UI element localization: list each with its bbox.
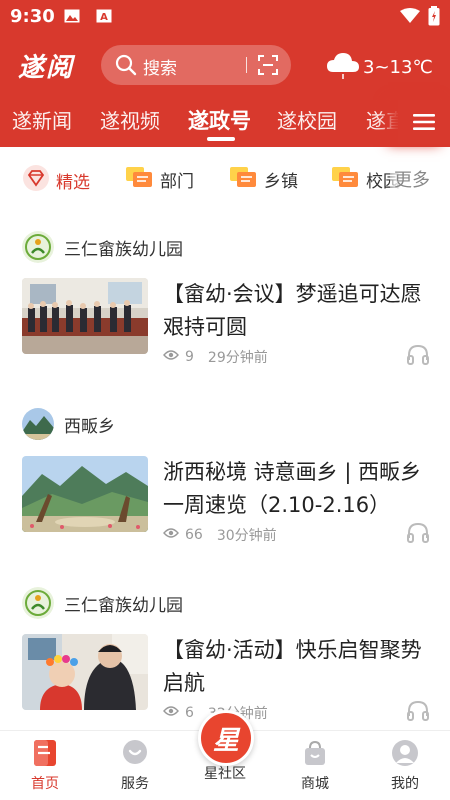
weather-temperature: 3~13℃ <box>363 57 433 78</box>
cloud-icon <box>325 50 361 85</box>
avatar <box>22 231 54 263</box>
tab-sui-news[interactable]: 遂新闻 <box>12 105 72 134</box>
category-townships[interactable]: 乡镇 <box>228 164 298 195</box>
shopping-bag-icon <box>301 740 329 771</box>
article-thumbnail[interactable] <box>22 278 148 354</box>
category-label: 乡镇 <box>264 172 298 192</box>
eye-icon <box>163 705 179 721</box>
weather-widget[interactable]: 3~13℃ <box>325 50 433 85</box>
avatar <box>22 587 54 619</box>
tab-sui-campus[interactable]: 遂校园 <box>277 105 337 134</box>
avatar <box>22 408 54 440</box>
headphones-icon[interactable] <box>406 344 430 370</box>
publish-time: 30分钟前 <box>216 528 277 544</box>
nav-label: 服务 <box>121 776 149 792</box>
chat-bubble-icon <box>330 164 360 195</box>
category-label: 精选 <box>56 173 90 193</box>
source-name: 西畈乡 <box>64 416 115 437</box>
chat-bubble-icon <box>124 164 154 195</box>
status-time: 9:30 <box>10 6 55 27</box>
app-logo[interactable]: 遂阅 <box>18 47 74 84</box>
nav-services[interactable]: 服务 <box>105 739 165 793</box>
category-featured[interactable]: 精选 <box>22 164 90 197</box>
eye-icon <box>163 349 179 365</box>
chat-bubble-icon <box>228 164 258 195</box>
feed-item-source[interactable]: 西畈乡 <box>22 408 115 440</box>
article-title[interactable]: 【畲幼·活动】快乐启智聚势启航 <box>163 634 433 700</box>
svg-text:A: A <box>100 12 108 23</box>
article-meta: 9 29分钟前 <box>163 347 268 367</box>
headphones-icon[interactable] <box>406 700 430 726</box>
view-count: 66 <box>185 527 203 543</box>
nav-mall[interactable]: 商城 <box>285 739 345 793</box>
category-departments[interactable]: 部门 <box>124 164 194 195</box>
search-placeholder: 搜索 <box>143 59 177 79</box>
active-tab-indicator <box>207 137 235 141</box>
tab-sui-video[interactable]: 遂视频 <box>100 105 160 134</box>
service-bubble-icon <box>121 740 149 771</box>
more-categories-link[interactable]: 更多 <box>390 166 430 192</box>
source-name: 三仁畲族幼儿园 <box>64 239 183 260</box>
publish-time: 29分钟前 <box>207 350 268 366</box>
star-community-button[interactable]: 星 <box>198 710 254 766</box>
article-thumbnail[interactable] <box>22 634 148 710</box>
category-label: 部门 <box>160 172 194 192</box>
eye-icon <box>163 527 179 543</box>
feed-item-source[interactable]: 三仁畲族幼儿园 <box>22 231 183 263</box>
profile-icon <box>391 740 419 771</box>
article-title[interactable]: 浙西秘境 诗意画乡 | 西畈乡一周速览（2.10-2.16） <box>163 456 433 522</box>
notification-a-icon: A <box>96 8 112 23</box>
article-meta: 66 30分钟前 <box>163 525 277 545</box>
wifi-icon <box>400 8 420 28</box>
home-icon <box>32 740 58 771</box>
view-count: 9 <box>185 349 194 365</box>
battery-icon <box>428 6 440 30</box>
search-divider <box>246 57 247 73</box>
tab-sui-gov[interactable]: 遂政号 <box>188 105 251 135</box>
gallery-icon <box>64 8 80 23</box>
nav-label: 我的 <box>391 776 419 792</box>
channel-tabs: 遂新闻 遂视频 遂政号 遂校园 遂直 <box>0 100 450 144</box>
diamond-icon <box>22 164 50 197</box>
search-icon <box>115 54 137 80</box>
search-bar[interactable]: 搜索 <box>101 45 291 85</box>
nav-label: 首页 <box>31 776 59 792</box>
article-title[interactable]: 【畲幼·会议】梦遥追可达愿艰持可圆 <box>163 278 433 344</box>
nav-home[interactable]: 首页 <box>15 739 75 793</box>
app-header: 9:30 A 遂阅 搜索 3~13℃ 遂新闻 遂视频 遂政号 遂校园 遂直 <box>0 0 450 147</box>
view-count: 6 <box>185 705 194 721</box>
article-thumbnail[interactable] <box>22 456 148 532</box>
nav-label: 商城 <box>301 776 329 792</box>
category-row: 精选 部门 乡镇 校园 更多 <box>0 156 450 200</box>
status-bar: 9:30 A <box>0 0 450 34</box>
feed-item-source[interactable]: 三仁畲族幼儿园 <box>22 587 183 619</box>
menu-icon[interactable] <box>398 100 450 144</box>
nav-label: 星社区 <box>204 766 246 782</box>
headphones-icon[interactable] <box>406 522 430 548</box>
scan-icon[interactable] <box>257 54 279 80</box>
source-name: 三仁畲族幼儿园 <box>64 595 183 616</box>
nav-profile[interactable]: 我的 <box>375 739 435 793</box>
